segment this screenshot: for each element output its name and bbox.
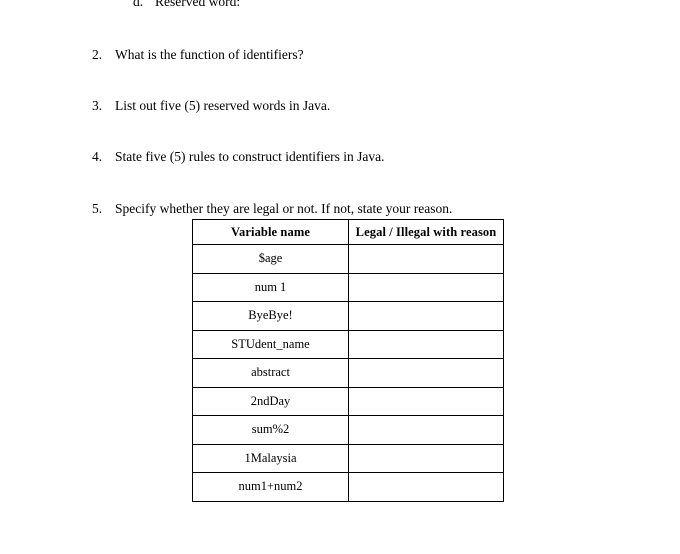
cell-reason-answer[interactable] — [348, 443, 504, 473]
cell-reason-answer[interactable] — [348, 472, 504, 502]
cell-variable-name: num 1 — [192, 272, 349, 302]
cell-variable-name: 1Malaysia — [192, 443, 349, 473]
question-marker: 5. — [92, 201, 103, 216]
question-item-4: 4. State five (5) rules to construct iden… — [92, 149, 385, 165]
cell-reason-answer[interactable] — [348, 358, 504, 388]
cell-reason-answer[interactable] — [348, 272, 504, 302]
table-row: ByeBye! — [192, 301, 504, 331]
cell-variable-name: $age — [192, 244, 349, 274]
column-header-variable-name: Variable name — [192, 219, 349, 245]
question-marker: 2. — [92, 47, 103, 62]
question-item-2: 2. What is the function of identifiers? — [92, 47, 304, 63]
column-header-legal-illegal-reason: Legal / Illegal with reason — [348, 219, 504, 245]
cell-reason-answer[interactable] — [348, 415, 504, 445]
table-body: $age num 1 ByeBye! STUdent_name abstract… — [192, 244, 504, 502]
table-row: STUdent_name — [192, 329, 504, 359]
table-row: sum%2 — [192, 415, 504, 445]
table-row: num1+num2 — [192, 472, 504, 502]
question-text: Specify whether they are legal or not. I… — [115, 201, 453, 216]
table-row: num 1 — [192, 272, 504, 302]
table-row: 2ndDay — [192, 386, 504, 416]
document-page: d. Reserved word: 2. What is the function … — [0, 0, 680, 554]
question-text: What is the function of identifiers? — [115, 47, 304, 62]
cell-variable-name: sum%2 — [192, 415, 349, 445]
cell-reason-answer[interactable] — [348, 329, 504, 359]
table-header-row: Variable name Legal / Illegal with reaso… — [192, 219, 504, 245]
sub-item-reserved-word: d. Reserved word: — [133, 0, 240, 10]
variable-legality-table: Variable name Legal / Illegal with reaso… — [192, 219, 504, 502]
question-marker: 4. — [92, 149, 103, 164]
question-text: List out five (5) reserved words in Java… — [115, 98, 331, 113]
question-marker: 3. — [92, 98, 103, 113]
cell-variable-name: STUdent_name — [192, 329, 349, 359]
question-text: State five (5) rules to construct identi… — [115, 149, 385, 164]
table-row: $age — [192, 244, 504, 274]
question-item-3: 3. List out five (5) reserved words in Ja… — [92, 98, 330, 114]
sub-item-marker: d. — [133, 0, 144, 9]
cell-variable-name: ByeBye! — [192, 301, 349, 331]
sub-item-text: Reserved word: — [155, 0, 241, 9]
cell-reason-answer[interactable] — [348, 386, 504, 416]
cell-variable-name: num1+num2 — [192, 472, 349, 502]
question-item-5: 5. Specify whether they are legal or not.… — [92, 201, 452, 217]
table-row: abstract — [192, 358, 504, 388]
table-row: 1Malaysia — [192, 443, 504, 473]
cell-variable-name: abstract — [192, 358, 349, 388]
table-header: Variable name Legal / Illegal with reaso… — [192, 219, 504, 245]
cell-reason-answer[interactable] — [348, 244, 504, 274]
cell-reason-answer[interactable] — [348, 301, 504, 331]
cell-variable-name: 2ndDay — [192, 386, 349, 416]
